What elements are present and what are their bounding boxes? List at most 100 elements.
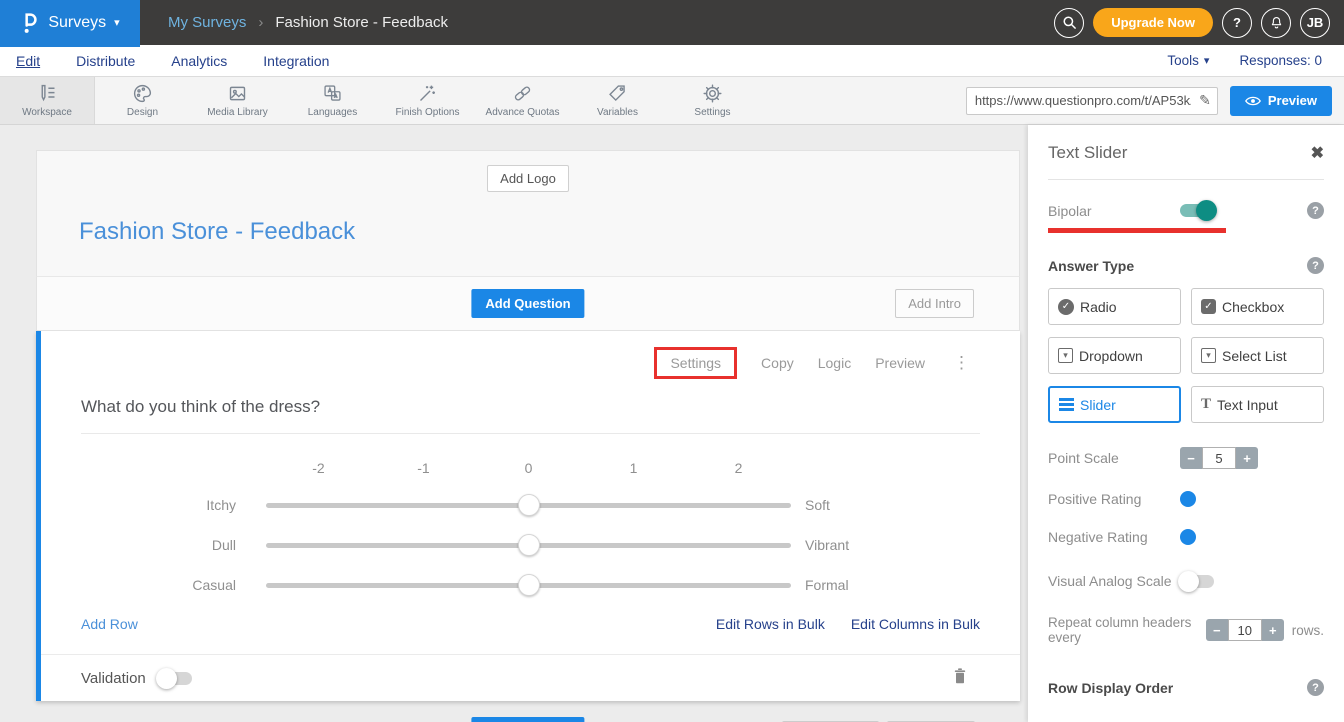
bipolar-toggle[interactable] xyxy=(1180,204,1214,217)
question-settings-panel: Text Slider ✖ Bipolar ? Answer Type ? ✓ … xyxy=(1028,125,1344,722)
survey-title[interactable]: Fashion Store - Feedback xyxy=(37,192,1019,276)
help-button[interactable]: ? xyxy=(1222,8,1252,38)
plus-button[interactable]: + xyxy=(1236,451,1258,466)
main-content: Add Logo Fashion Store - Feedback Add Qu… xyxy=(0,125,1344,722)
repeat-headers-value[interactable] xyxy=(1228,619,1262,641)
slider-right-label: Formal xyxy=(791,577,849,593)
survey-canvas: Add Logo Fashion Store - Feedback Add Qu… xyxy=(36,150,1020,722)
top-navbar: Surveys ▾ My Surveys › Fashion Store - F… xyxy=(0,0,1344,45)
slider-right-label: Soft xyxy=(791,497,830,513)
notifications-button[interactable] xyxy=(1261,8,1291,38)
tab-distribute[interactable]: Distribute xyxy=(76,53,135,69)
minus-button[interactable]: − xyxy=(1206,623,1228,638)
toolbar-item-advance-quotas[interactable]: Advance Quotas xyxy=(475,77,570,124)
responses-count[interactable]: Responses: 0 xyxy=(1239,53,1322,68)
visual-analog-row: Visual Analog Scale xyxy=(1048,573,1324,589)
toolbar-item-languages[interactable]: Languages xyxy=(285,77,380,124)
add-question-footer: Add Question ✂ Page Break ☑ Separator xyxy=(36,717,1020,722)
question-settings-link[interactable]: Settings xyxy=(654,347,737,379)
help-icon[interactable]: ? xyxy=(1307,202,1324,219)
slider-handle[interactable] xyxy=(518,534,540,556)
editor-toolbar: Workspace Design Media Library Languages… xyxy=(0,77,1344,125)
add-question-button-top[interactable]: Add Question xyxy=(471,289,584,318)
answer-type-slider[interactable]: Slider xyxy=(1048,386,1181,423)
point-scale-stepper: − + xyxy=(1180,447,1258,469)
top-actions: Upgrade Now ? JB xyxy=(1054,8,1344,38)
answer-type-label: Dropdown xyxy=(1079,348,1143,364)
validation-toggle[interactable] xyxy=(158,672,192,685)
palette-icon xyxy=(132,83,153,104)
answer-type-checkbox[interactable]: ✓ Checkbox xyxy=(1191,288,1324,325)
preview-button[interactable]: Preview xyxy=(1230,86,1332,116)
toolbar-item-design[interactable]: Design xyxy=(95,77,190,124)
edit-columns-bulk-link[interactable]: Edit Columns in Bulk xyxy=(851,616,980,632)
repeat-headers-stepper: − + xyxy=(1206,619,1284,641)
toolbar-item-workspace[interactable]: Workspace xyxy=(0,77,95,124)
question-copy-link[interactable]: Copy xyxy=(761,355,794,371)
question-title[interactable]: What do you think of the dress? xyxy=(81,397,980,417)
answer-type-radio[interactable]: ✓ Radio xyxy=(1048,288,1181,325)
positive-rating-color-swatch[interactable] xyxy=(1180,491,1196,507)
product-switcher-label: Surveys xyxy=(48,14,106,32)
negative-rating-color-swatch[interactable] xyxy=(1180,529,1196,545)
tab-edit[interactable]: Edit xyxy=(16,53,40,69)
question-logic-link[interactable]: Logic xyxy=(818,355,851,371)
slider-row: Casual Formal xyxy=(81,574,980,596)
visual-analog-toggle[interactable] xyxy=(1180,575,1214,588)
upgrade-now-button[interactable]: Upgrade Now xyxy=(1093,8,1213,37)
toolbar-right: ✎ Preview xyxy=(966,77,1344,124)
edit-rows-bulk-link[interactable]: Edit Rows in Bulk xyxy=(716,616,825,632)
answer-type-label: Slider xyxy=(1080,397,1116,413)
translate-icon xyxy=(322,83,343,104)
add-question-button-bottom[interactable]: Add Question xyxy=(471,717,584,722)
subnav-right: Tools ▾ Responses: 0 xyxy=(1167,53,1328,68)
point-scale-label: Point Scale xyxy=(1048,450,1180,466)
toolbar-item-variables[interactable]: Variables xyxy=(570,77,665,124)
add-intro-button[interactable]: Add Intro xyxy=(895,289,974,318)
repeat-headers-row: Repeat column headers every − + rows. xyxy=(1048,615,1324,645)
answer-type-select-list[interactable]: ▾ Select List xyxy=(1191,337,1324,374)
answer-type-header-row: Answer Type ? xyxy=(1048,257,1324,274)
answer-type-text-input[interactable]: T Text Input xyxy=(1191,386,1324,423)
toolbar-item-media-library[interactable]: Media Library xyxy=(190,77,285,124)
radio-check-icon: ✓ xyxy=(1058,299,1074,315)
brand-logo[interactable]: Surveys ▾ xyxy=(0,0,140,45)
slider-track[interactable] xyxy=(266,543,791,548)
point-scale-value[interactable] xyxy=(1202,447,1236,469)
visual-analog-label: Visual Analog Scale xyxy=(1048,573,1180,589)
slider-track[interactable] xyxy=(266,583,791,588)
bipolar-highlight-underline xyxy=(1048,228,1226,233)
help-icon[interactable]: ? xyxy=(1307,257,1324,274)
bipolar-row: Bipolar ? xyxy=(1048,202,1324,219)
tools-dropdown[interactable]: Tools ▾ xyxy=(1167,53,1209,68)
toolbar-item-settings[interactable]: Settings xyxy=(665,77,760,124)
slider-track[interactable] xyxy=(266,503,791,508)
negative-rating-row: Negative Rating xyxy=(1048,529,1324,545)
help-icon[interactable]: ? xyxy=(1307,679,1324,696)
answer-type-label: Checkbox xyxy=(1222,299,1284,315)
tab-analytics[interactable]: Analytics xyxy=(171,53,227,69)
delete-question-button[interactable] xyxy=(952,667,968,690)
minus-button[interactable]: − xyxy=(1180,451,1202,466)
search-button[interactable] xyxy=(1054,8,1084,38)
share-url-input[interactable] xyxy=(966,87,1218,115)
edit-url-pencil-icon[interactable]: ✎ xyxy=(1199,92,1211,109)
breadcrumb-my-surveys[interactable]: My Surveys xyxy=(168,14,246,31)
scale-tick: -1 xyxy=(371,460,476,476)
answer-type-dropdown[interactable]: ▾ Dropdown xyxy=(1048,337,1181,374)
slider-handle[interactable] xyxy=(518,494,540,516)
kebab-menu-icon[interactable]: ⋮ xyxy=(953,353,970,373)
tab-integration[interactable]: Integration xyxy=(263,53,329,69)
select-list-box-icon: ▾ xyxy=(1201,348,1216,363)
add-logo-button[interactable]: Add Logo xyxy=(487,165,569,192)
slider-handle[interactable] xyxy=(518,574,540,596)
question-preview-link[interactable]: Preview xyxy=(875,355,925,371)
plus-button[interactable]: + xyxy=(1262,623,1284,638)
toolbar-item-finish-options[interactable]: Finish Options xyxy=(380,77,475,124)
survey-nav-tabs: Edit Distribute Analytics Integration To… xyxy=(0,45,1344,77)
toolbar-item-label: Languages xyxy=(308,107,358,118)
add-row-link[interactable]: Add Row xyxy=(81,616,138,632)
survey-header-card: Add Logo Fashion Store - Feedback xyxy=(36,150,1020,276)
account-avatar[interactable]: JB xyxy=(1300,8,1330,38)
close-icon[interactable]: ✖ xyxy=(1311,143,1324,163)
